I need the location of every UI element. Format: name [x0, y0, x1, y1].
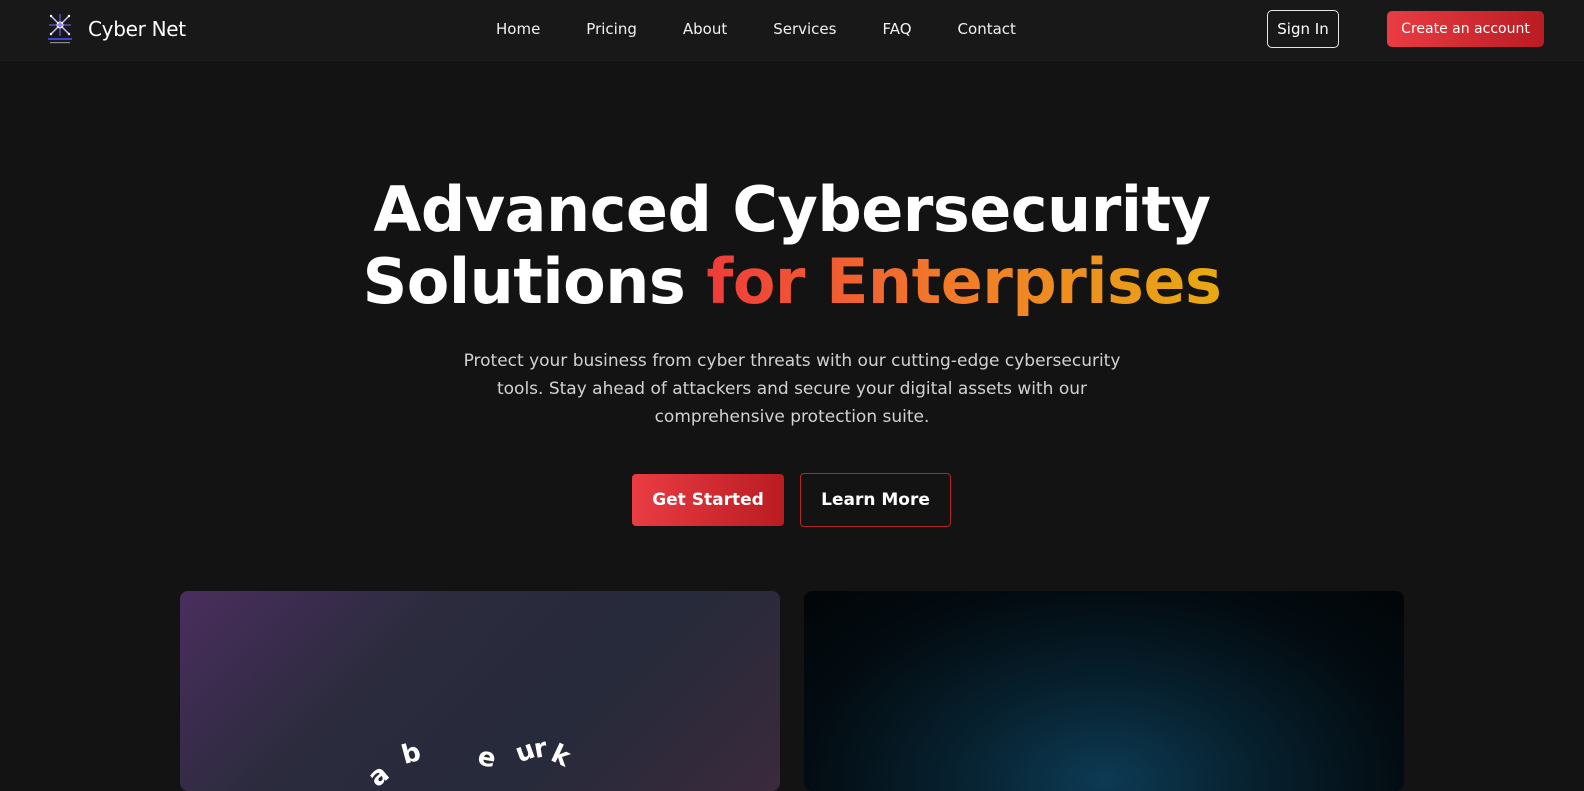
hero-title-line1: Advanced Cybersecurity — [373, 173, 1211, 246]
get-started-button[interactable]: Get Started — [632, 474, 784, 526]
hero-description: Protect your business from cyber threats… — [463, 351, 1121, 427]
learn-more-button[interactable]: Learn More — [800, 473, 951, 527]
sign-in-button[interactable]: Sign In — [1267, 10, 1339, 48]
brand[interactable]: Cyber Net — [46, 13, 186, 45]
nav-about[interactable]: About — [683, 19, 727, 39]
animated-letter: k — [546, 738, 575, 774]
hero-title-plain: Solutions — [362, 245, 686, 318]
animated-letter: e — [475, 741, 499, 775]
nav-contact[interactable]: Contact — [958, 19, 1016, 39]
animated-letter: a — [362, 758, 396, 791]
nav-faq[interactable]: FAQ — [882, 19, 911, 39]
cyber-net-logo-icon — [48, 14, 72, 44]
nav-services[interactable]: Services — [773, 19, 836, 39]
main-nav: Home Pricing About Services FAQ Contact — [496, 19, 1062, 39]
nav-pricing[interactable]: Pricing — [586, 19, 637, 39]
hero-title-line2: Solutions for Enterprises — [0, 246, 1584, 318]
feature-card-right — [804, 591, 1404, 791]
animated-letter: b — [398, 737, 425, 771]
brand-name: Cyber Net — [88, 17, 186, 41]
create-account-button[interactable]: Create an account — [1387, 11, 1544, 47]
feature-card-left: a b e u r k — [180, 591, 780, 791]
hero-title-accent: for Enterprises — [706, 245, 1222, 318]
navbar: Cyber Net Home Pricing About Services FA… — [0, 0, 1584, 61]
hero-title: Advanced Cybersecurity Solutions for Ent… — [0, 174, 1584, 318]
nav-home[interactable]: Home — [496, 19, 540, 39]
